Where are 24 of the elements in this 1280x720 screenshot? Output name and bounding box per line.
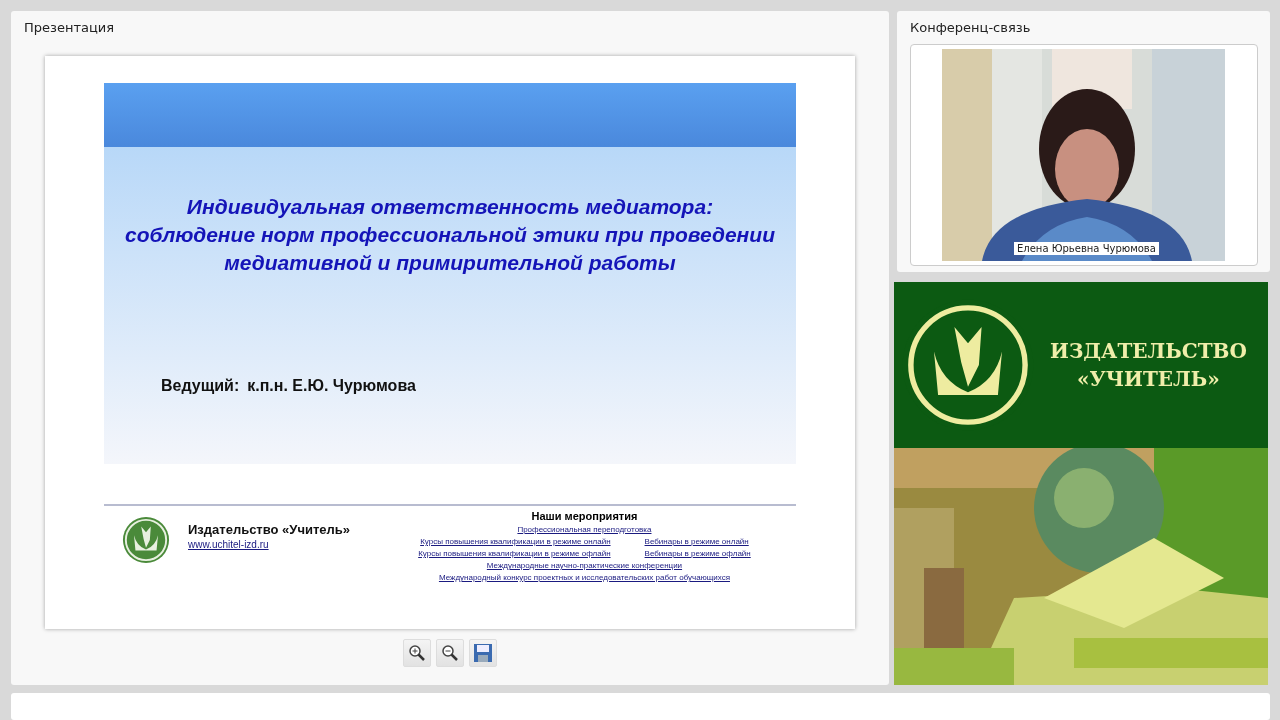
banner-text: ИЗДАТЕЛЬСТВО [1050, 338, 1247, 365]
publisher-name: Издательство «Учитель» [188, 522, 351, 537]
event-link[interactable]: Профессиональная переподготовка [517, 525, 652, 534]
event-link[interactable]: Международные научно-практические конференции [486, 561, 683, 570]
events-title: Наши мероприятия [531, 510, 638, 522]
book-logo-icon [122, 516, 170, 564]
zoom-in-icon [408, 644, 426, 662]
panel-title: Презентация [23, 19, 116, 37]
website-link[interactable]: www.uchitel-izd.ru [188, 539, 351, 550]
event-link[interactable]: Вебинары в режиме офлайн [644, 549, 751, 558]
slide-heading: Индивидуальная ответственность медиатора: соблюдение норм профессиональной этики при проведении медиативной и примирительной работы [124, 194, 776, 276]
banner-text: «УЧИТЕЛЬ» [1077, 366, 1220, 393]
event-link[interactable]: Вебинары в режиме онлайн [644, 537, 749, 546]
participant-name: Елена Юрьевна Чурюмова [1014, 242, 1159, 255]
event-link[interactable]: Международный конкурс проектных и исследовательских работ обучающихся [438, 573, 730, 582]
presenter-label: Ведущий: [161, 377, 240, 395]
event-link[interactable]: Курсы повышения квалификации в режиме офлайн [418, 549, 611, 558]
zoom-out-icon [441, 644, 459, 662]
event-link[interactable]: Курсы повышения квалификации в режиме онлайн [420, 537, 611, 546]
presenter-name: к.п.н. Е.Ю. Чурюмова [247, 377, 416, 395]
zoom-out-button[interactable] [436, 639, 464, 667]
panel-title: Конференц-связь [909, 19, 1032, 37]
save-button[interactable] [469, 639, 497, 667]
zoom-in-button[interactable] [403, 639, 431, 667]
